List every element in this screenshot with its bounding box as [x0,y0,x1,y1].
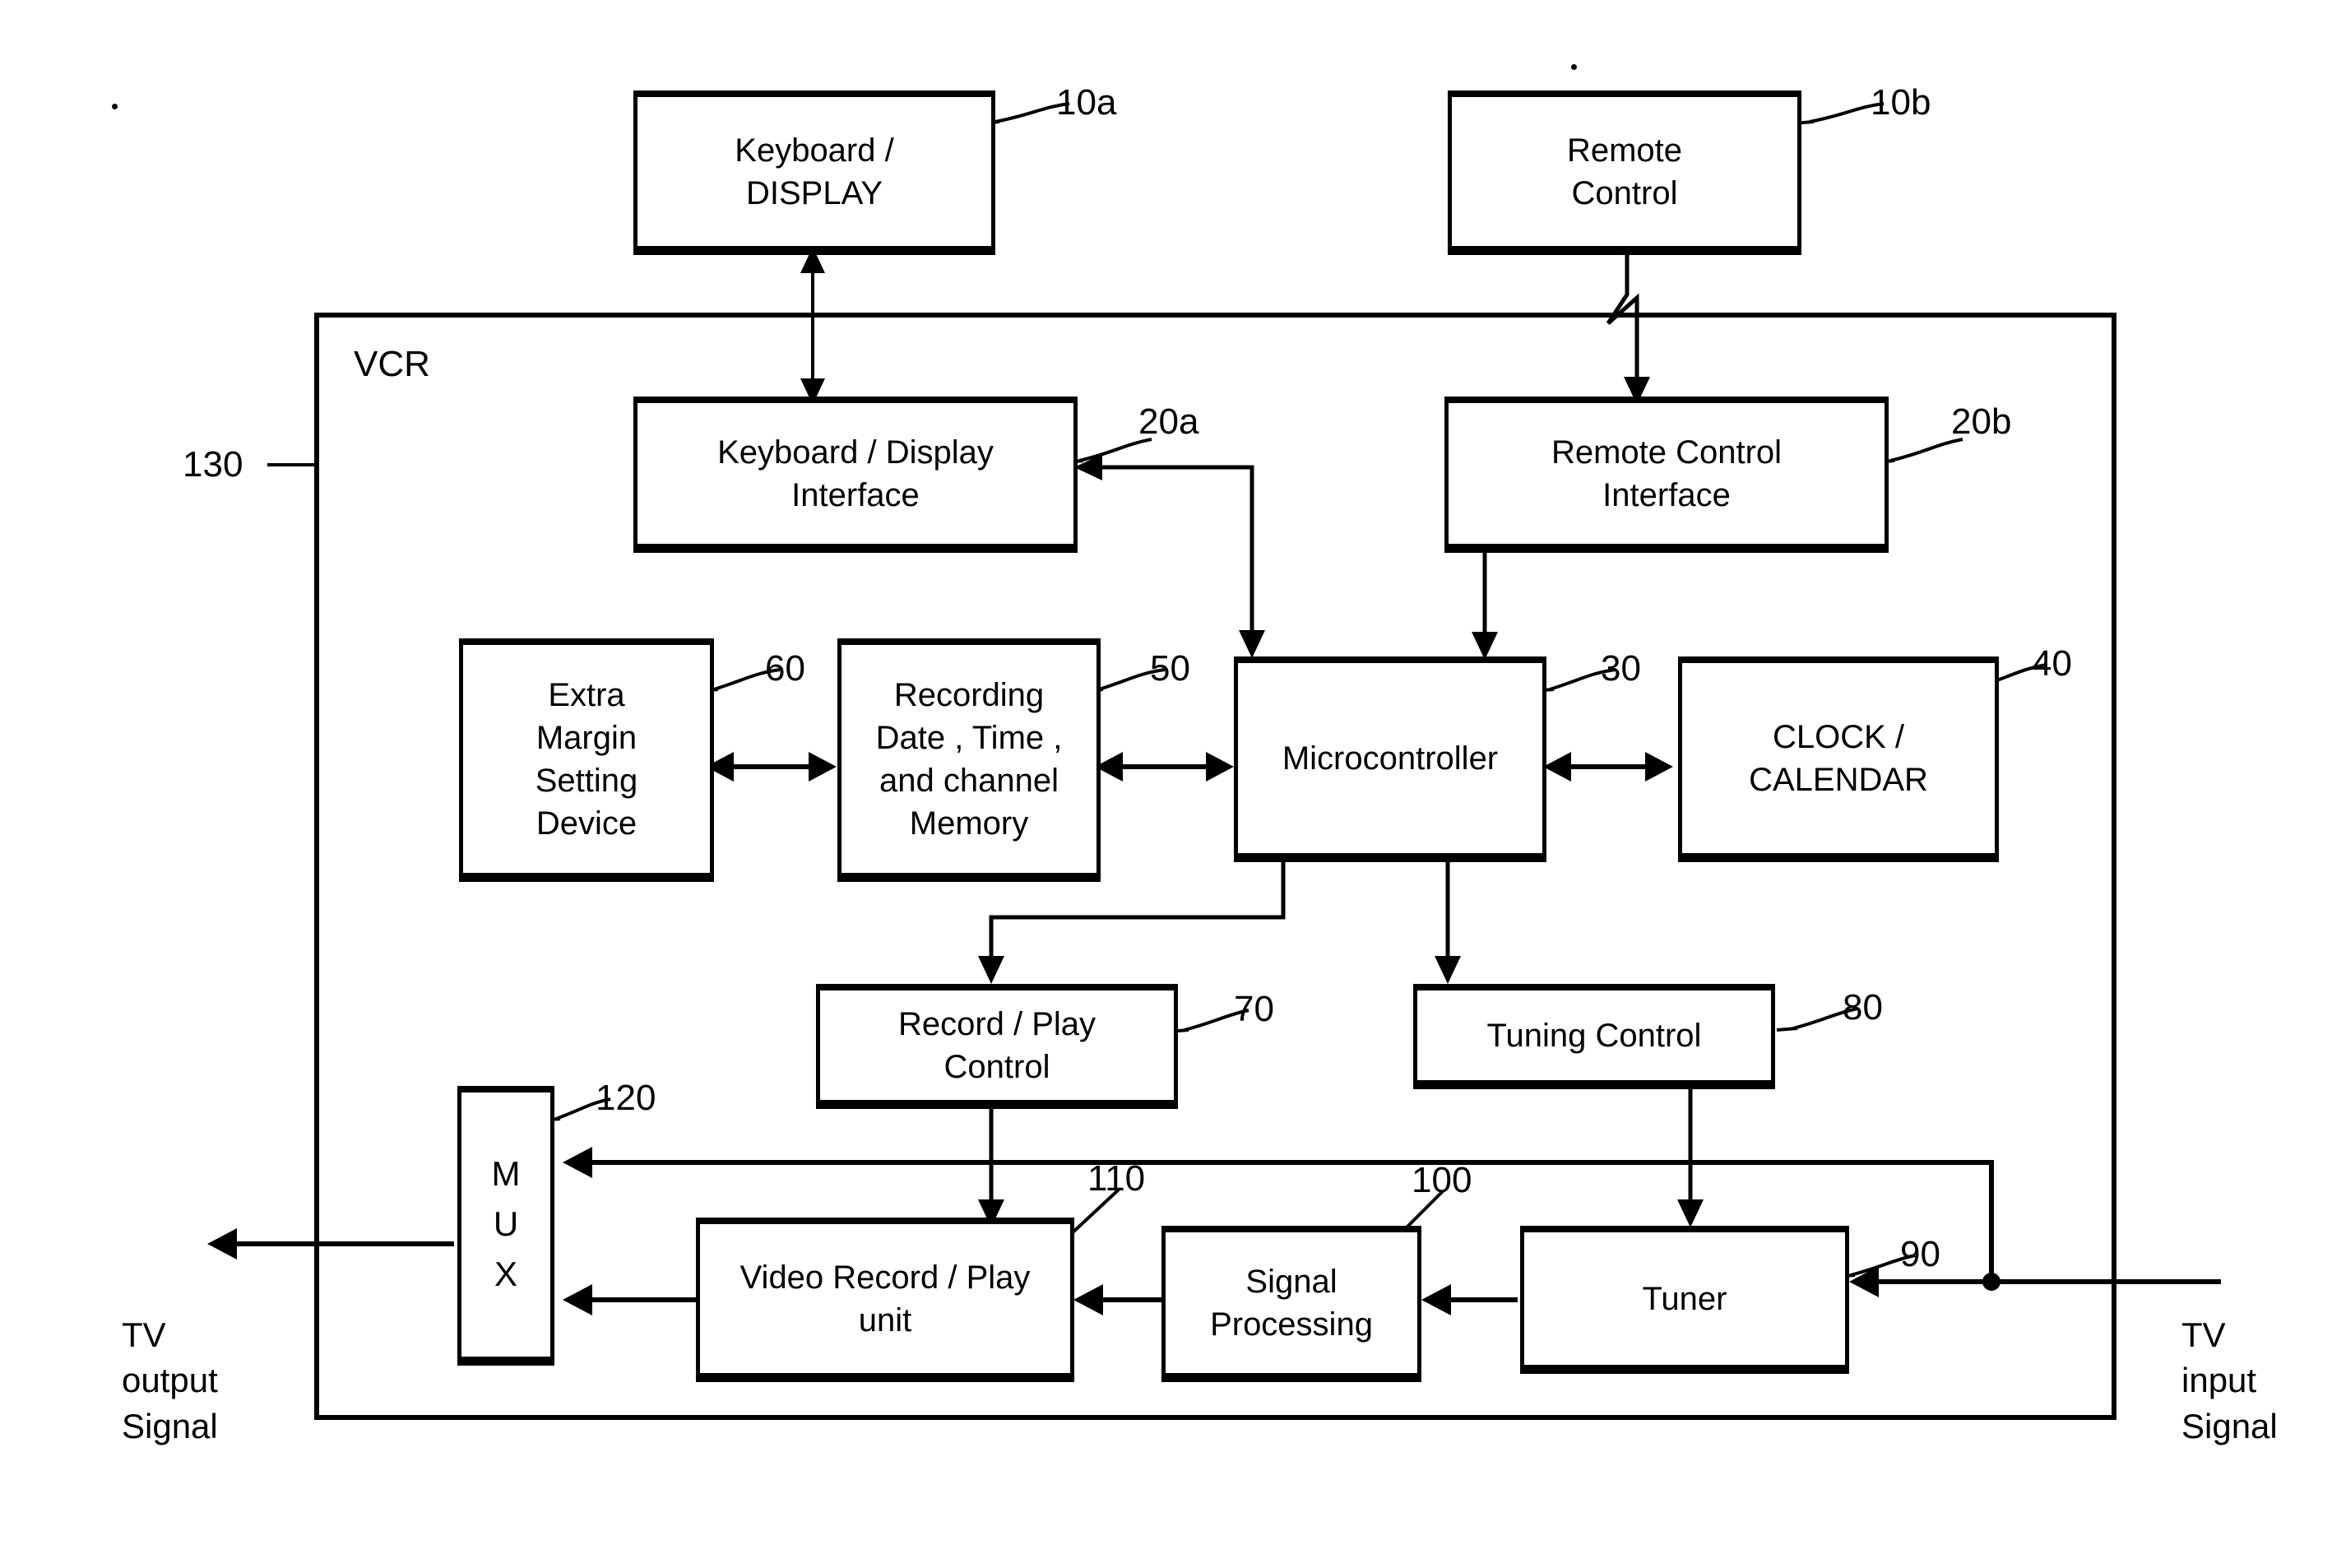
block-signal-processing-label: Signal Processing [1210,1263,1373,1343]
scan-speck-top [1571,64,1577,70]
ref-110: 110 [1087,1158,1146,1199]
ref-10b: 10b [1871,82,1931,123]
block-clock-calendar-label: CLOCK / CALENDAR [1749,718,1928,798]
ref-20a: 20a [1138,401,1199,442]
tv-output-signal-label: TV output Signal [122,1315,218,1445]
block-record-play-control-label: Record / Play Control [897,1005,1096,1085]
block-microcontroller[interactable]: Microcontroller [1234,656,1546,862]
ref-100: 100 [1412,1160,1472,1200]
junction-dot [1982,1273,2001,1291]
figure-canvas: Keyboard / DISPLAY Remote Control Keyboa… [0,0,2332,1568]
block-remote-control[interactable]: Remote Control [1448,90,1801,255]
block-extra-margin-setting-device[interactable]: Extra Margin Setting Device [459,638,714,882]
block-tuning-control-label: Tuning Control [1486,1017,1702,1054]
ref-40: 40 [2032,643,2072,684]
block-remote-control-interface-label: Remote Control Interface [1551,434,1783,513]
block-record-play-control[interactable]: Record / Play Control [816,984,1178,1109]
block-tuner[interactable]: Tuner [1520,1226,1849,1374]
block-video-record-play-unit[interactable]: Video Record / Play unit [696,1218,1074,1382]
ref-50: 50 [1150,648,1190,689]
block-microcontroller-label: Microcontroller [1282,740,1499,777]
block-tuner-label: Tuner [1642,1280,1727,1317]
vcr-enclosure-label: VCR [354,344,430,384]
ref-90: 90 [1900,1234,1940,1274]
block-keyboard-display[interactable]: Keyboard / DISPLAY [633,90,995,255]
ref-70: 70 [1234,989,1274,1029]
tv-input-signal-label: TV input Signal [2181,1315,2278,1445]
ref-60: 60 [765,648,805,689]
block-keyboard-display-interface[interactable]: Keyboard / Display Interface [633,397,1078,553]
block-recording-memory[interactable]: Recording Date , Time , and channel Memo… [837,638,1101,882]
ref-130: 130 [183,444,243,485]
block-keyboard-display-label: Keyboard / DISPLAY [735,132,894,211]
block-extra-margin-setting-device-label: Extra Margin Setting Device [535,676,638,842]
ref-30: 30 [1601,648,1641,689]
block-remote-control-interface[interactable]: Remote Control Interface [1444,397,1889,553]
block-remote-control-label: Remote Control [1566,132,1683,211]
scan-speck-left [112,104,118,109]
block-clock-calendar[interactable]: CLOCK / CALENDAR [1678,656,1999,862]
ref-20b: 20b [1951,401,2012,442]
ref-80: 80 [1843,987,1883,1028]
block-signal-processing[interactable]: Signal Processing [1161,1226,1421,1382]
block-video-record-play-unit-label: Video Record / Play unit [739,1259,1031,1338]
ref-10a: 10a [1056,82,1117,123]
block-mux[interactable]: M U X [457,1086,554,1366]
block-mux-label: M U X [491,1154,521,1293]
block-keyboard-display-interface-label: Keyboard / Display Interface [717,434,994,513]
block-tuning-control[interactable]: Tuning Control [1413,984,1775,1089]
ref-120: 120 [596,1078,656,1118]
block-recording-memory-label: Recording Date , Time , and channel Memo… [875,676,1063,842]
